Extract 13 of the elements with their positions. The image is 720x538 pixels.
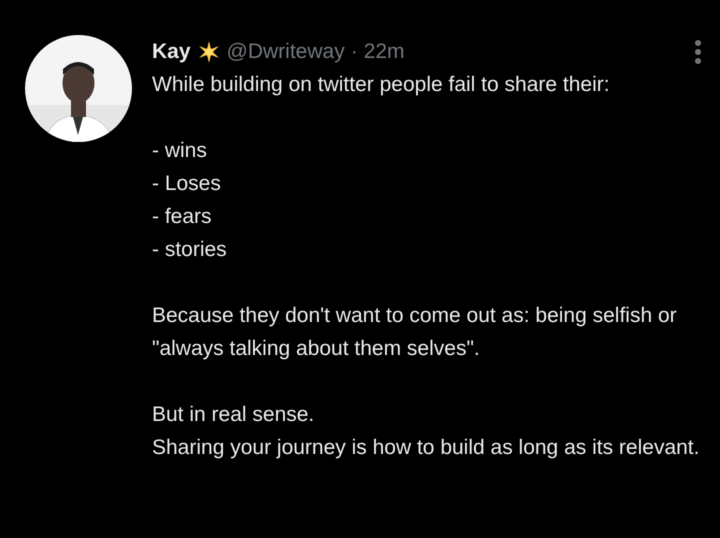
post-text: - fears (152, 204, 213, 230)
post-text: - Loses (152, 171, 222, 197)
post-text: While building on twitter people fail to share their: (152, 72, 611, 98)
separator-dot: · (350, 40, 358, 64)
post-text: But in real sense. (152, 402, 316, 428)
author-name[interactable]: Kay (152, 40, 191, 64)
post-text: Sharing your journey is how to build as long as its relevant. (152, 435, 700, 461)
post-text: Because they don't want to come out as: being selfish or "always talking about them selves". (152, 303, 678, 362)
post-text: - wins (152, 138, 208, 164)
author-handle[interactable]: @Dwriteway (226, 40, 345, 64)
post-text: - stories (152, 237, 228, 263)
more-options-icon[interactable] (694, 38, 702, 64)
post-time[interactable]: 22m (364, 40, 405, 64)
